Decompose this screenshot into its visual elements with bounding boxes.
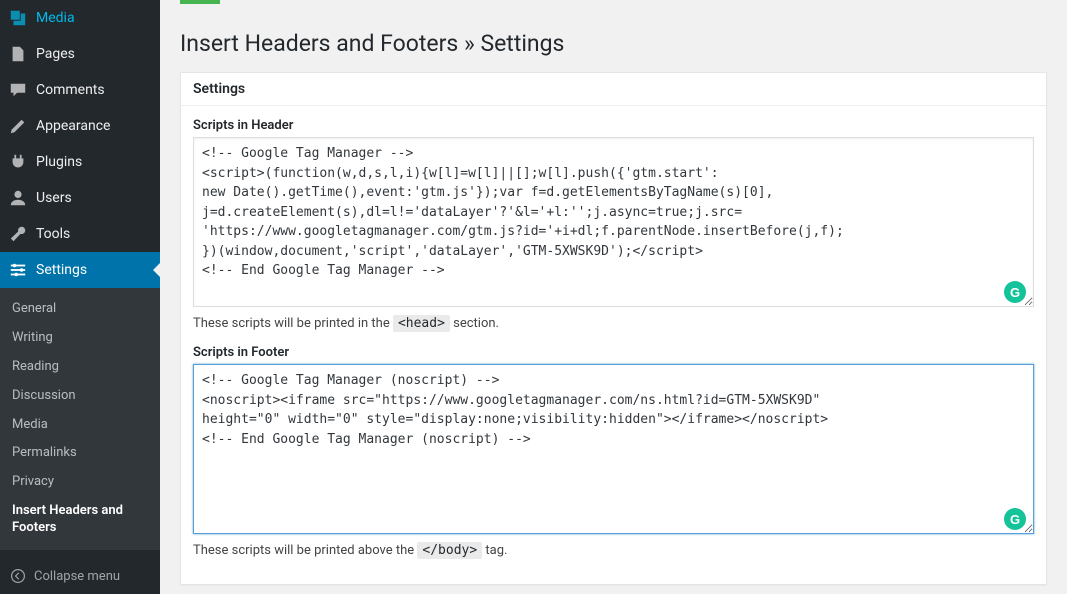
comments-icon (8, 80, 28, 100)
sidebar-item-label: Tools (36, 226, 70, 242)
sidebar-item-comments[interactable]: Comments (0, 72, 160, 108)
media-icon (8, 8, 28, 28)
sidebar-item-label: Settings (36, 262, 87, 278)
users-icon (8, 188, 28, 208)
subitem-writing[interactable]: Writing (0, 324, 160, 353)
grammarly-icon[interactable]: G (1004, 508, 1026, 530)
sidebar-item-plugins[interactable]: Plugins (0, 144, 160, 180)
footer-scripts-textarea[interactable] (193, 364, 1034, 534)
sidebar-item-users[interactable]: Users (0, 180, 160, 216)
page-title: Insert Headers and Footers » Settings (180, 24, 1047, 72)
pages-icon (8, 44, 28, 64)
footer-scripts-description: These scripts will be printed above the … (193, 543, 1034, 558)
admin-sidebar: Media Pages Comments Appearance Plugins … (0, 0, 160, 594)
sidebar-item-media[interactable]: Media (0, 0, 160, 36)
sidebar-item-label: Comments (36, 82, 105, 98)
footer-scripts-label: Scripts in Footer (193, 345, 1034, 360)
settings-panel: Settings Scripts in Header G These scrip… (180, 72, 1047, 585)
settings-icon (8, 260, 28, 280)
sidebar-item-label: Pages (36, 46, 75, 62)
subitem-permalinks[interactable]: Permalinks (0, 439, 160, 468)
tools-icon (8, 224, 28, 244)
head-tag-code: <head> (393, 315, 450, 332)
header-scripts-description: These scripts will be printed in the <he… (193, 316, 1034, 331)
settings-submenu: General Writing Reading Discussion Media… (0, 288, 160, 550)
sidebar-item-appearance[interactable]: Appearance (0, 108, 160, 144)
sidebar-item-label: Appearance (36, 118, 110, 134)
sidebar-item-pages[interactable]: Pages (0, 36, 160, 72)
sidebar-item-label: Media (36, 10, 75, 26)
sidebar-item-tools[interactable]: Tools (0, 216, 160, 252)
subitem-media[interactable]: Media (0, 411, 160, 440)
main-content: Insert Headers and Footers » Settings Se… (160, 0, 1067, 594)
subitem-insert-headers-footers[interactable]: Insert Headers and Footers (0, 497, 160, 543)
header-scripts-textarea[interactable] (193, 137, 1034, 307)
collapse-icon (8, 566, 28, 586)
sidebar-item-label: Plugins (36, 154, 82, 170)
subitem-general[interactable]: General (0, 295, 160, 324)
sidebar-item-label: Users (36, 190, 72, 206)
panel-header: Settings (181, 73, 1046, 106)
collapse-label: Collapse menu (34, 569, 120, 584)
subitem-privacy[interactable]: Privacy (0, 468, 160, 497)
body-tag-code: </body> (417, 542, 482, 559)
header-scripts-label: Scripts in Header (193, 118, 1034, 133)
sidebar-item-settings[interactable]: Settings (0, 252, 160, 288)
subitem-discussion[interactable]: Discussion (0, 382, 160, 411)
collapse-menu[interactable]: Collapse menu (0, 558, 160, 594)
admin-topbar-accent (180, 0, 220, 4)
appearance-icon (8, 116, 28, 136)
plugins-icon (8, 152, 28, 172)
subitem-reading[interactable]: Reading (0, 353, 160, 382)
grammarly-icon[interactable]: G (1004, 281, 1026, 303)
